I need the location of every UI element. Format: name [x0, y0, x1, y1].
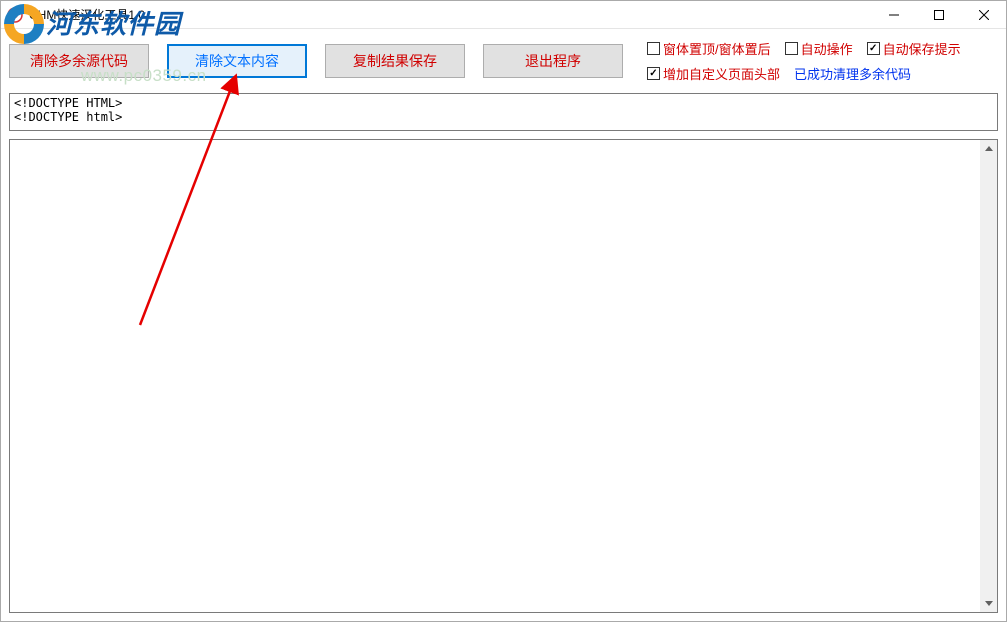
- form-topfront-checkbox[interactable]: 窗体置顶/窗体置后: [647, 39, 771, 58]
- checkbox-group: 窗体置顶/窗体置后 自动操作 自动保存提示 增加自定义页面头部 已成功清理多余代…: [647, 39, 961, 83]
- checkbox-box: [647, 42, 660, 55]
- toolbar: 清除多余源代码 清除文本内容 复制结果保存 退出程序 窗体置顶/窗体置后 自动操…: [1, 29, 1006, 87]
- scrollbar[interactable]: [980, 140, 997, 612]
- minimize-button[interactable]: [871, 1, 916, 29]
- checkbox-box: [785, 42, 798, 55]
- checkbox-label: 窗体置顶/窗体置后: [663, 39, 771, 58]
- clear-code-button[interactable]: 清除多余源代码: [9, 44, 149, 78]
- exit-button[interactable]: 退出程序: [483, 44, 623, 78]
- app-window: CHM快速汉化工具1.0 清除多余源代码 清除文本内容 复制结果保存 退出程序 …: [0, 0, 1007, 622]
- app-icon: [7, 7, 23, 23]
- maximize-button[interactable]: [916, 1, 961, 29]
- input-textarea[interactable]: <!DOCTYPE HTML> <!DOCTYPE html>: [9, 93, 998, 131]
- copy-save-button[interactable]: 复制结果保存: [325, 44, 465, 78]
- window-controls: [871, 1, 1006, 29]
- output-textarea[interactable]: [9, 139, 998, 613]
- auto-save-prompt-checkbox[interactable]: 自动保存提示: [867, 39, 961, 58]
- titlebar[interactable]: CHM快速汉化工具1.0: [1, 1, 1006, 29]
- checkbox-label: 自动保存提示: [883, 39, 961, 58]
- scroll-up-arrow[interactable]: [980, 140, 997, 157]
- add-custom-header-checkbox[interactable]: 增加自定义页面头部: [647, 64, 780, 83]
- window-title: CHM快速汉化工具1.0: [29, 6, 145, 23]
- checkbox-label: 增加自定义页面头部: [663, 64, 780, 83]
- close-button[interactable]: [961, 1, 1006, 29]
- checkbox-box: [647, 67, 660, 80]
- checkbox-box: [867, 42, 880, 55]
- auto-action-checkbox[interactable]: 自动操作: [785, 39, 853, 58]
- scroll-down-arrow[interactable]: [980, 595, 997, 612]
- status-text: 已成功清理多余代码: [794, 64, 911, 83]
- clear-text-button[interactable]: 清除文本内容: [167, 44, 307, 78]
- checkbox-label: 自动操作: [801, 39, 853, 58]
